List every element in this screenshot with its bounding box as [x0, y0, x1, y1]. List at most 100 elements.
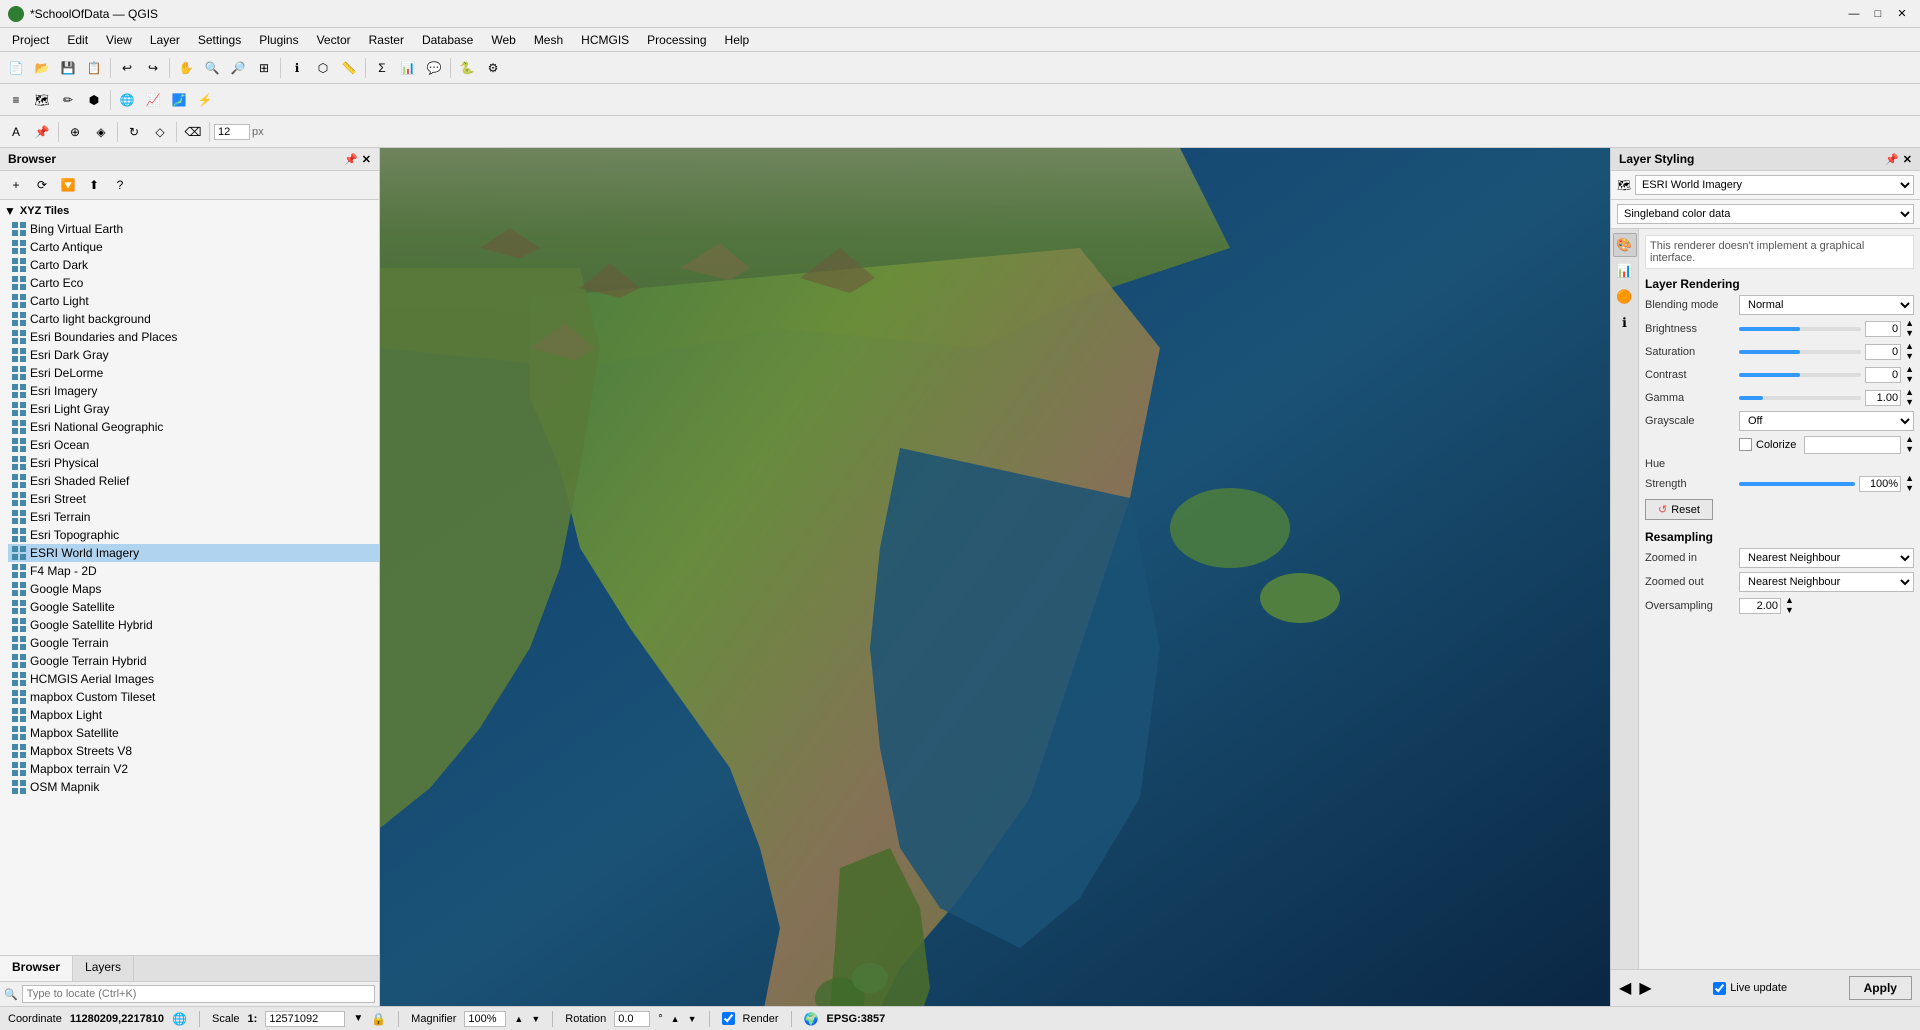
- scale-dropdown-btn[interactable]: ▼: [353, 1013, 363, 1024]
- rotation-input[interactable]: [614, 1011, 650, 1027]
- styling-pin-btn[interactable]: 📌: [1885, 153, 1899, 166]
- menu-item-raster[interactable]: Raster: [361, 31, 412, 49]
- menu-item-hcmgis[interactable]: HCMGIS: [573, 31, 637, 49]
- tree-item[interactable]: Carto Antique: [8, 238, 379, 256]
- strength-input[interactable]: [1859, 476, 1901, 492]
- stats-btn[interactable]: 📈: [141, 88, 165, 112]
- browser-close-btn[interactable]: ✕: [362, 153, 371, 166]
- zoomed-out-select[interactable]: Nearest Neighbour: [1739, 572, 1914, 592]
- tree-item[interactable]: Google Satellite: [8, 598, 379, 616]
- tree-item[interactable]: Esri Street: [8, 490, 379, 508]
- layer-btn[interactable]: ≡: [4, 88, 28, 112]
- reset-button[interactable]: ↺ Reset: [1645, 499, 1713, 520]
- nav-forward-btn[interactable]: ▶: [1639, 978, 1651, 998]
- oversampling-input[interactable]: [1739, 598, 1781, 614]
- tree-item[interactable]: HCMGIS Aerial Images: [8, 670, 379, 688]
- tree-item[interactable]: Esri Boundaries and Places: [8, 328, 379, 346]
- zoom-full-btn[interactable]: ⊞: [252, 56, 276, 80]
- brightness-down[interactable]: ▼: [1905, 329, 1914, 338]
- strength-slider[interactable]: [1739, 482, 1855, 486]
- pan-btn[interactable]: ✋: [174, 56, 198, 80]
- process-btn[interactable]: ⚡: [193, 88, 217, 112]
- snap-btn[interactable]: ⊕: [63, 120, 87, 144]
- map-btn[interactable]: 🗾: [167, 88, 191, 112]
- colorize-color-swatch[interactable]: [1804, 436, 1901, 454]
- layer-selector[interactable]: ESRI World Imagery: [1635, 175, 1914, 195]
- colorize-checkbox[interactable]: [1739, 438, 1752, 451]
- contrast-up[interactable]: ▲: [1905, 365, 1914, 374]
- tree-item[interactable]: Esri Terrain: [8, 508, 379, 526]
- brightness-input[interactable]: [1865, 321, 1901, 337]
- redo-btn[interactable]: ↪: [141, 56, 165, 80]
- strength-up[interactable]: ▲: [1905, 474, 1914, 483]
- side-nav-color[interactable]: 🟠: [1613, 285, 1637, 309]
- browser-pin-btn[interactable]: 📌: [344, 153, 358, 166]
- zoomed-in-select[interactable]: Nearest Neighbour: [1739, 548, 1914, 568]
- tree-item[interactable]: Esri Light Gray: [8, 400, 379, 418]
- tree-item[interactable]: Esri Imagery: [8, 382, 379, 400]
- render-checkbox[interactable]: [722, 1012, 735, 1025]
- python-btn[interactable]: 🐍: [455, 56, 479, 80]
- menu-item-help[interactable]: Help: [717, 31, 758, 49]
- gamma-input[interactable]: [1865, 390, 1901, 406]
- digitize-btn[interactable]: ✏: [56, 88, 80, 112]
- tree-item[interactable]: Mapbox terrain V2: [8, 760, 379, 778]
- edit-node-btn[interactable]: ◈: [89, 120, 113, 144]
- chart-btn[interactable]: 📊: [396, 56, 420, 80]
- font-size-input[interactable]: [214, 124, 250, 140]
- maximize-button[interactable]: □: [1868, 4, 1888, 24]
- pin-btn[interactable]: 📌: [30, 120, 54, 144]
- oversampling-up[interactable]: ▲: [1785, 596, 1794, 605]
- new-project-btn[interactable]: 📄: [4, 56, 28, 80]
- oversampling-down[interactable]: ▼: [1785, 606, 1794, 615]
- brightness-slider[interactable]: [1739, 327, 1861, 331]
- menu-item-processing[interactable]: Processing: [639, 31, 714, 49]
- tree-item[interactable]: Esri Dark Gray: [8, 346, 379, 364]
- label-btn[interactable]: A: [4, 120, 28, 144]
- browser-collapse-btn[interactable]: ⬆: [82, 173, 106, 197]
- saturation-up[interactable]: ▲: [1905, 342, 1914, 351]
- live-update-checkbox[interactable]: [1713, 982, 1726, 995]
- tree-item[interactable]: OSM Mapnik: [8, 778, 379, 796]
- menu-item-layer[interactable]: Layer: [142, 31, 188, 49]
- search-input[interactable]: [22, 985, 375, 1003]
- tree-item[interactable]: Google Maps: [8, 580, 379, 598]
- tree-item[interactable]: Bing Virtual Earth: [8, 220, 379, 238]
- colorize-up[interactable]: ▲: [1905, 435, 1914, 444]
- save-btn[interactable]: 💾: [56, 56, 80, 80]
- zoom-out-btn[interactable]: 🔎: [226, 56, 250, 80]
- tab-layers[interactable]: Layers: [73, 956, 134, 981]
- globe-btn[interactable]: 🌐: [115, 88, 139, 112]
- tree-item[interactable]: Google Satellite Hybrid: [8, 616, 379, 634]
- open-project-btn[interactable]: 📂: [30, 56, 54, 80]
- browser-filter-btn[interactable]: 🔽: [56, 173, 80, 197]
- tree-item[interactable]: Carto Eco: [8, 274, 379, 292]
- zoom-in-btn[interactable]: 🔍: [200, 56, 224, 80]
- renderer-selector[interactable]: Singleband color data: [1617, 204, 1914, 224]
- tree-item[interactable]: Esri National Geographic: [8, 418, 379, 436]
- menu-item-mesh[interactable]: Mesh: [526, 31, 571, 49]
- saturation-input[interactable]: [1865, 344, 1901, 360]
- tree-item[interactable]: F4 Map - 2D: [8, 562, 379, 580]
- minimize-button[interactable]: —: [1844, 4, 1864, 24]
- grayscale-select[interactable]: Off: [1739, 411, 1914, 431]
- contrast-down[interactable]: ▼: [1905, 375, 1914, 384]
- topology-btn[interactable]: ⬢: [82, 88, 106, 112]
- settings-btn[interactable]: ⚙: [481, 56, 505, 80]
- gamma-up[interactable]: ▲: [1905, 388, 1914, 397]
- rotation-down[interactable]: ▼: [688, 1014, 697, 1024]
- tree-item[interactable]: ESRI World Imagery: [8, 544, 379, 562]
- side-nav-info[interactable]: ℹ: [1613, 311, 1637, 335]
- colorize-down[interactable]: ▼: [1905, 445, 1914, 454]
- brightness-up[interactable]: ▲: [1905, 319, 1914, 328]
- menu-item-database[interactable]: Database: [414, 31, 481, 49]
- rotation-up[interactable]: ▲: [671, 1014, 680, 1024]
- select-btn[interactable]: ⬡: [311, 56, 335, 80]
- comment-btn[interactable]: 💬: [422, 56, 446, 80]
- vertex-btn[interactable]: ◇: [148, 120, 172, 144]
- menu-item-web[interactable]: Web: [483, 31, 523, 49]
- tree-item[interactable]: Google Terrain: [8, 634, 379, 652]
- browser-refresh-btn[interactable]: ⟳: [30, 173, 54, 197]
- tree-item[interactable]: Mapbox Streets V8: [8, 742, 379, 760]
- tree-item[interactable]: Esri Shaded Relief: [8, 472, 379, 490]
